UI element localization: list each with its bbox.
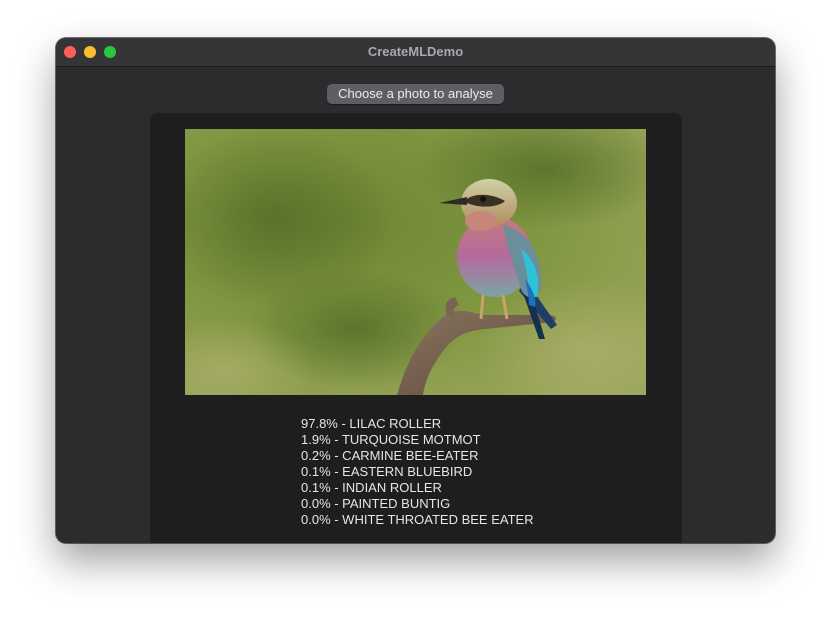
classification-results: 97.8% - LILAC ROLLER 1.9% - TURQUOISE MO… — [301, 416, 534, 528]
result-item: 0.1% - INDIAN ROLLER — [301, 480, 442, 495]
result-item: 0.0% - PAINTED BUNTIG — [301, 496, 451, 511]
analysed-photo — [185, 129, 646, 395]
result-item: 0.1% - EASTERN BLUEBIRD — [301, 464, 473, 479]
result-item: 0.0% - WHITE THROATED BEE EATER — [301, 512, 534, 527]
result-item: 0.2% - CARMINE BEE-EATER — [301, 448, 479, 463]
bird-photo-image — [185, 129, 646, 395]
app-window: CreateMLDemo Choose a photo to analyse 9… — [56, 38, 775, 543]
title-bar[interactable]: CreateMLDemo — [56, 38, 775, 67]
result-item: 97.8% - LILAC ROLLER — [301, 416, 442, 431]
choose-photo-button[interactable]: Choose a photo to analyse — [327, 84, 504, 104]
result-item: 1.9% - TURQUOISE MOTMOT — [301, 432, 481, 447]
window-title: CreateMLDemo — [367, 44, 464, 59]
content-panel: 97.8% - LILAC ROLLER 1.9% - TURQUOISE MO… — [150, 113, 682, 543]
